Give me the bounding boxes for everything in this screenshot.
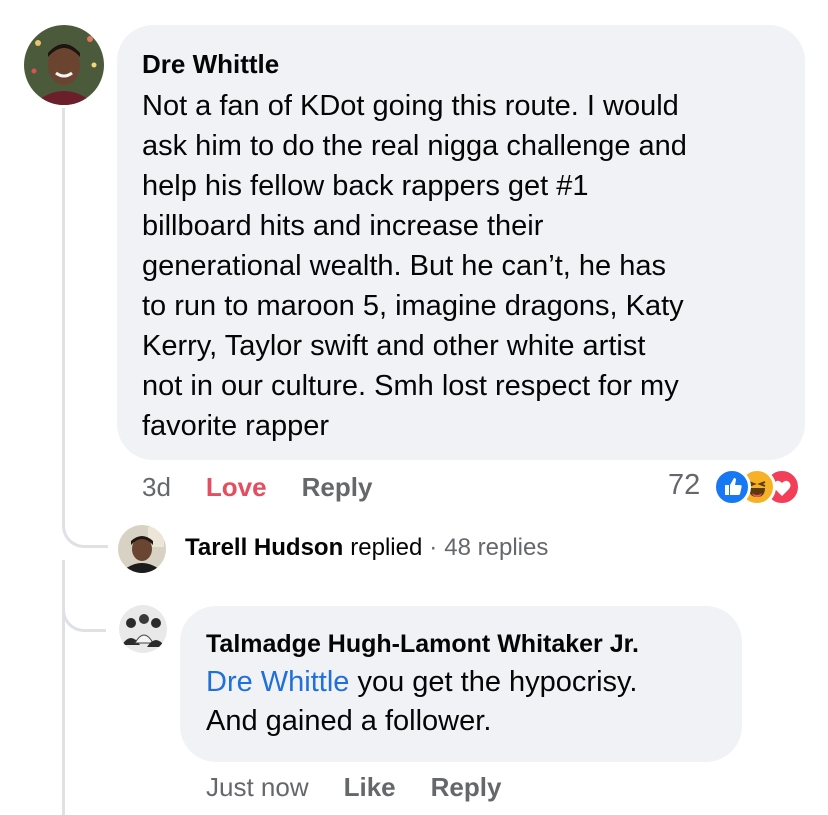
thread-line-main [62, 108, 65, 528]
avatar[interactable] [118, 525, 166, 573]
comment-line: Not a fan of KDot going this route. I wo… [142, 90, 679, 122]
reply-text: Dre Whittle you get the hypocrisy. And g… [206, 663, 716, 741]
reply-line: And gained a follower. [206, 705, 492, 737]
reactions-group[interactable] [713, 468, 813, 506]
comment-line: billboard hits and increase their [142, 210, 544, 242]
comment-line: not in our culture. Smh lost respect for… [142, 370, 679, 402]
comment-line: favorite rapper [142, 410, 329, 442]
comment-author[interactable]: Dre Whittle [142, 49, 780, 79]
comment-timestamp[interactable]: 3d [142, 472, 171, 503]
reply-line: Dre Whittle you get the hypocrisy. [206, 663, 716, 702]
reply-button[interactable]: Reply [431, 772, 502, 803]
replied-summary[interactable]: Tarell Hudson replied · 48 replies [185, 534, 548, 562]
reply-actions: Just now Like Reply [206, 772, 536, 803]
reply-button[interactable]: Reply [302, 472, 373, 503]
comment-line: to run to maroon 5, imagine dragons, Kat… [142, 290, 684, 322]
thread-curve-replied [62, 500, 108, 548]
love-button[interactable]: Love [206, 472, 267, 503]
comment-bubble: Dre Whittle Not a fan of KDot going this… [117, 25, 805, 460]
reply-timestamp[interactable]: Just now [206, 772, 309, 803]
replier-name[interactable]: Tarell Hudson [185, 534, 343, 562]
comment-line: generational wealth. But he can’t, he ha… [142, 250, 666, 282]
reply-line-rest: you get the hypocrisy. [349, 666, 638, 698]
like-icon [713, 468, 751, 506]
reply-author[interactable]: Talmadge Hugh-Lamont Whitaker Jr. [206, 629, 716, 659]
like-button[interactable]: Like [344, 772, 396, 803]
separator: · [429, 534, 438, 561]
reply-bubble: Talmadge Hugh-Lamont Whitaker Jr. Dre Wh… [180, 606, 742, 762]
reaction-count[interactable]: 72 [668, 469, 700, 502]
comment-actions: 3d Love Reply [142, 472, 407, 503]
comment-text: Not a fan of KDot going this route. I wo… [142, 86, 780, 446]
mention-link[interactable]: Dre Whittle [206, 666, 349, 698]
comment-line: Kerry, Taylor swift and other white arti… [142, 330, 646, 362]
thread-curve-reply [62, 598, 106, 632]
comment-line: ask him to do the real nigga challenge a… [142, 130, 687, 162]
comment-line: help his fellow back rappers get #1 [142, 170, 589, 202]
reply-count[interactable]: 48 replies [444, 534, 548, 562]
avatar[interactable] [24, 25, 104, 105]
avatar[interactable] [119, 605, 167, 653]
replied-label: replied [350, 534, 423, 561]
